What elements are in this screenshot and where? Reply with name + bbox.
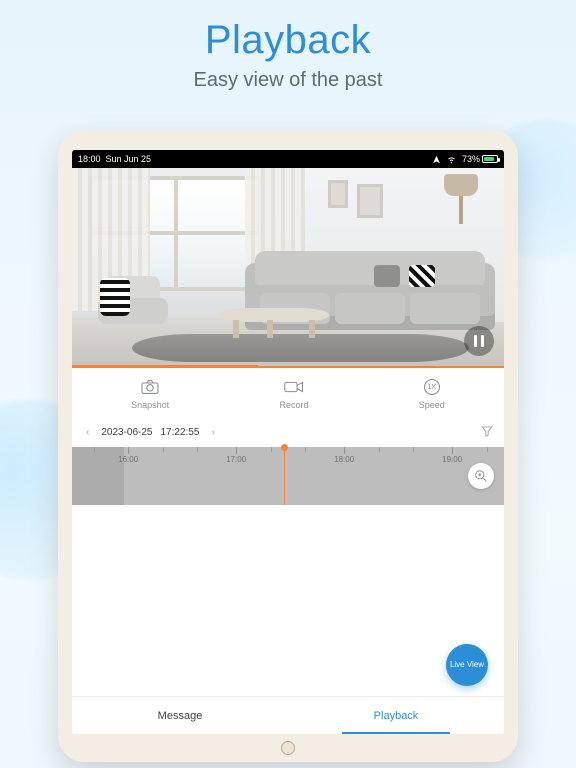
live-view-button[interactable]: Live View — [446, 644, 488, 686]
tab-playback[interactable]: Playback — [288, 697, 504, 734]
record-label: Record — [279, 400, 308, 410]
tab-message[interactable]: Message — [72, 697, 288, 734]
playback-video[interactable] — [72, 168, 504, 368]
speed-label: Speed — [419, 400, 445, 410]
timeline-scrubber[interactable]: 16:00 17:00 18:00 19:00 — [72, 447, 504, 505]
selected-time: 17:22:55 — [161, 427, 200, 438]
page-title: Playback — [0, 18, 576, 63]
selected-date[interactable]: 2023-06-25 — [101, 427, 152, 438]
battery-percent: 73% — [462, 154, 480, 164]
video-frame-scene — [72, 168, 504, 366]
prev-day-button[interactable]: ‹ — [82, 427, 93, 438]
record-button[interactable]: Record — [279, 378, 308, 410]
status-time: 18:00 — [78, 154, 101, 164]
tablet-home-button[interactable] — [281, 741, 295, 755]
video-icon — [284, 378, 304, 396]
status-date: Sun Jun 25 — [106, 154, 152, 164]
filter-button[interactable] — [480, 424, 494, 441]
wifi-icon — [446, 155, 457, 164]
timeline-zoom-in-button[interactable] — [468, 463, 494, 489]
location-icon — [432, 155, 441, 164]
status-bar: 18:00 Sun Jun 25 73% — [72, 150, 504, 168]
tablet-frame: 18:00 Sun Jun 25 73% — [58, 130, 518, 762]
speed-icon: 1X — [422, 378, 442, 396]
pause-button[interactable] — [464, 326, 494, 356]
snapshot-button[interactable]: Snapshot — [131, 378, 169, 410]
next-day-button[interactable]: › — [207, 427, 218, 438]
camera-icon — [140, 378, 160, 396]
page-subtitle: Easy view of the past — [0, 69, 576, 92]
speed-button[interactable]: 1X Speed — [419, 378, 445, 410]
video-progress — [72, 365, 258, 367]
battery-indicator: 73% — [462, 154, 498, 164]
timeline-ticks: 16:00 17:00 18:00 19:00 — [72, 447, 504, 505]
snapshot-label: Snapshot — [131, 400, 169, 410]
timeline-playhead[interactable] — [284, 447, 285, 505]
